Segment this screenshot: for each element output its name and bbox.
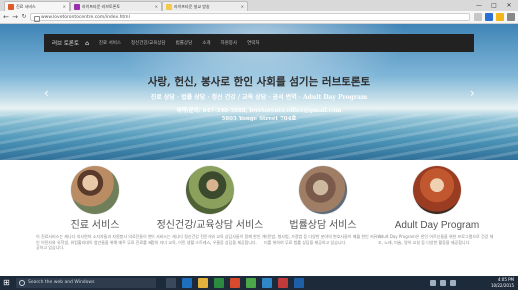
browser-tab-bar: 진료 서비스 ✕ 라이프타운 러브토론토 ✕ 라이프타운 설교 방송 ✕ — □…	[0, 0, 518, 12]
nav-item[interactable]: 진료 서비스	[99, 40, 121, 46]
back-arrow-icon[interactable]: ←	[2, 13, 10, 21]
tab-favicon-icon	[8, 4, 14, 10]
service-description: Adult Day Program은 한인 어르신들을 위한 프로그램으로 건강…	[378, 234, 494, 245]
maximize-button[interactable]: □	[487, 1, 501, 10]
volume-icon[interactable]	[440, 280, 446, 286]
tab-label: 라이프타운 설교 방송	[174, 4, 210, 9]
tab-label: 라이프타운 러브토론토	[82, 4, 121, 9]
url-input[interactable]: www.lovetorontocentre.com/index.html	[30, 13, 470, 22]
edge-browser-icon[interactable]	[182, 278, 192, 288]
nav-item[interactable]: 자원봉사	[221, 40, 238, 46]
service-card: 법률상담 서비스 이민법, 형사법, 가정법 등 다양한 분야의 변호사들이 매…	[264, 166, 382, 245]
service-card: 정신건강/교육상담 서비스 이 서비스는 캐나다 정신건강 전문가와 교육 상담…	[151, 166, 269, 245]
bookmark-star-icon[interactable]	[474, 13, 482, 21]
network-icon[interactable]	[430, 280, 436, 286]
service-title[interactable]: 정신건강/교육상담 서비스	[151, 220, 269, 231]
carousel-next-arrow-icon[interactable]: ›	[470, 86, 475, 100]
service-card: Adult Day Program Adult Day Program은 한인 …	[378, 166, 496, 245]
forward-arrow-icon[interactable]: →	[11, 13, 19, 21]
carousel-prev-arrow-icon[interactable]: ‹	[44, 86, 49, 100]
clock-date: 10/22/2015	[490, 283, 514, 288]
notification-icon[interactable]	[450, 280, 456, 286]
tab-favicon-icon	[166, 4, 172, 10]
site-brand-link[interactable]: 러브 토론토	[52, 39, 79, 47]
reload-icon[interactable]: ↻	[20, 13, 28, 21]
search-icon	[19, 280, 25, 286]
address-line: 5805 Yonge Street 704호	[221, 116, 297, 122]
app-icon[interactable]	[246, 278, 256, 288]
app-icon[interactable]	[262, 278, 272, 288]
service-photo	[413, 166, 461, 214]
tab-label: 진료 서비스	[16, 4, 36, 9]
services-section: 진료 서비스 이 진료서비스는 캐나다 의사면허 소지자들과 자원봉사 의료진들…	[0, 160, 518, 274]
hero-banner: 러브 토론토 ⌂ 진료 서비스 정신건강/교육상담 법률상담 소개 자원봉사 연…	[0, 24, 518, 160]
service-photo	[71, 166, 119, 214]
nav-item[interactable]: 연락처	[247, 40, 259, 46]
windows-taskbar: ⊞ Search the web and Windows 4:05 PM 10/…	[0, 276, 518, 290]
minimize-button[interactable]: —	[472, 1, 486, 10]
menu-icon[interactable]	[507, 13, 515, 21]
nav-item[interactable]: 정신건강/교육상담	[131, 40, 166, 46]
address-bar-row: ← → ↻ www.lovetorontocentre.com/index.ht…	[0, 11, 518, 24]
close-tab-icon[interactable]: ✕	[155, 4, 158, 9]
service-title[interactable]: 법률상담 서비스	[264, 220, 382, 231]
chrome-icon[interactable]	[230, 278, 240, 288]
page-icon	[34, 16, 40, 22]
service-card: 진료 서비스 이 진료서비스는 캐나다 의사면허 소지자들과 자원봉사 의료진들…	[36, 166, 154, 251]
service-title[interactable]: Adult Day Program	[378, 220, 496, 231]
windows-start-icon[interactable]: ⊞	[3, 279, 11, 287]
hero-services-line: 진료 상담 · 법률 상담 · 정신 건강 / 교육 상담 · 공서 번역 · …	[150, 94, 368, 101]
contact-line: 예약/문의: 647-348-5688, lovetoronto.office@…	[176, 108, 342, 114]
nav-item[interactable]: 소개	[202, 40, 210, 46]
service-title[interactable]: 진료 서비스	[36, 220, 154, 231]
nav-item[interactable]: 법률상담	[176, 40, 193, 46]
service-photo	[186, 166, 234, 214]
service-photo	[299, 166, 347, 214]
extension-icon[interactable]	[485, 13, 493, 21]
taskbar-search-input[interactable]: Search the web and Windows	[16, 278, 156, 288]
search-placeholder: Search the web and Windows	[28, 280, 95, 285]
close-window-button[interactable]: ✕	[502, 1, 516, 10]
url-text: www.lovetorontocentre.com/index.html	[41, 15, 130, 20]
close-tab-icon[interactable]: ✕	[63, 4, 66, 9]
hero-title: 사랑, 헌신, 봉사로 한인 사회를 섬기는 러브토론토	[147, 76, 371, 88]
close-tab-icon[interactable]: ✕	[241, 4, 244, 9]
site-navbar: 러브 토론토 ⌂ 진료 서비스 정신건강/교육상담 법률상담 소개 자원봉사 연…	[44, 34, 474, 52]
extension-icon[interactable]	[496, 13, 504, 21]
app-icon[interactable]	[278, 278, 288, 288]
hero-contact: 예약/문의: 647-348-5688, lovetoronto.office@…	[0, 107, 518, 123]
store-icon[interactable]	[214, 278, 224, 288]
taskbar-clock[interactable]: 4:05 PM 10/22/2015	[491, 277, 514, 289]
service-description: 이 서비스는 캐나다 정신건강 전문가와 교육 상담사들이 함께 한인 가정의 …	[151, 234, 266, 245]
task-view-icon[interactable]	[166, 278, 176, 288]
tab-favicon-icon	[74, 4, 80, 10]
app-icon[interactable]	[294, 278, 304, 288]
file-explorer-icon[interactable]	[198, 278, 208, 288]
home-icon[interactable]: ⌂	[85, 40, 89, 47]
service-description: 이민법, 형사법, 가정법 등 다양한 분야의 변호사들이 매월 한인 커뮤니티…	[264, 234, 382, 245]
service-description: 이 진료서비스는 캐나다 의사면허 소지자들과 자원봉사 의료진들이 한인 이민…	[36, 234, 152, 250]
